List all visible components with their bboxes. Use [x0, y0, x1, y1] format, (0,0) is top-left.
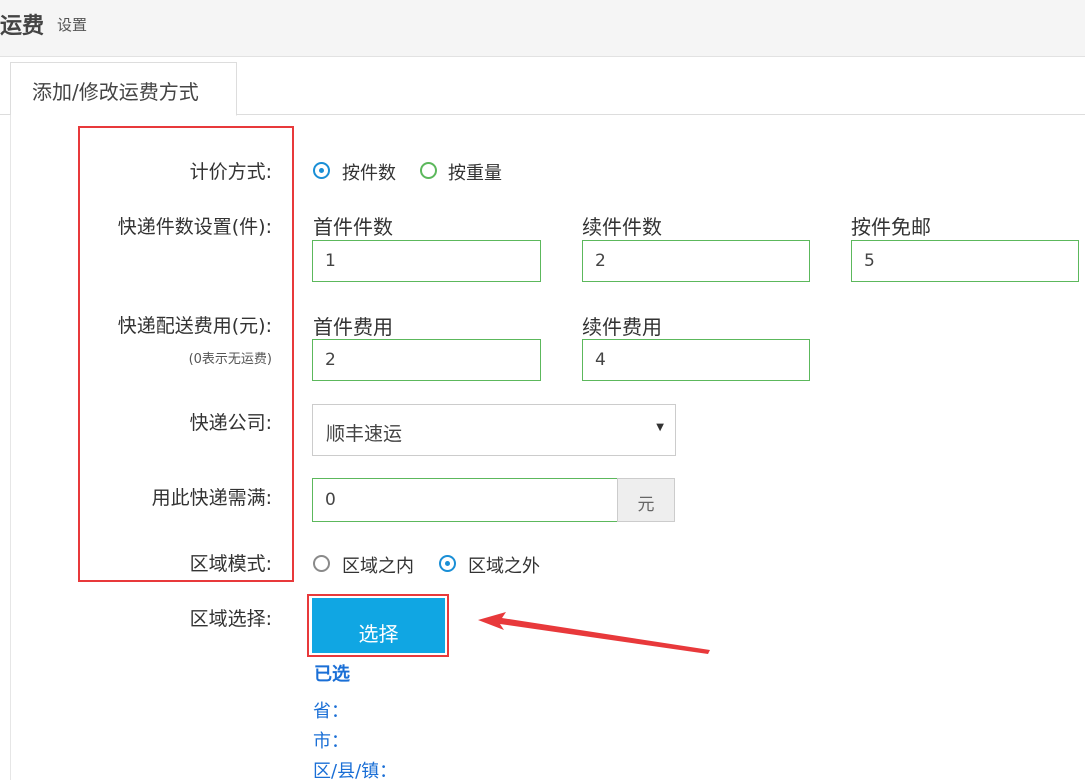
- region-outside-label[interactable]: 区域之外: [468, 552, 540, 578]
- pricing-by-weight-label[interactable]: 按重量: [448, 159, 502, 185]
- radio-dot: [445, 561, 450, 566]
- selected-province: 省：: [313, 701, 349, 722]
- first-fee-title: 首件费用: [313, 315, 393, 339]
- free-shipping-count-input[interactable]: [851, 240, 1079, 282]
- minimum-label: 用此快递需满:: [151, 487, 272, 509]
- extra-count-title: 续件件数: [582, 215, 662, 239]
- selected-regions-title: 已选: [314, 664, 350, 685]
- pricing-by-count-label[interactable]: 按件数: [342, 159, 396, 185]
- minimum-amount-input[interactable]: [312, 478, 618, 522]
- extra-fee-input[interactable]: [582, 339, 810, 381]
- region-inside-radio[interactable]: [313, 555, 330, 572]
- page-title: 运费: [0, 14, 45, 39]
- content-border: [10, 115, 11, 780]
- pricing-method-label: 计价方式:: [189, 161, 272, 183]
- count-settings-label: 快递件数设置(件):: [117, 216, 272, 238]
- first-count-title: 首件件数: [313, 215, 393, 239]
- selected-district: 区/县/镇：: [313, 761, 398, 780]
- fee-settings-hint: (0表示无运费): [188, 352, 272, 367]
- caret-down-icon: ▼: [656, 422, 664, 433]
- free-shipping-count-title: 按件免邮: [851, 215, 931, 239]
- pricing-by-count-radio[interactable]: [313, 162, 330, 179]
- annotation-arrow-icon: [478, 612, 710, 654]
- region-mode-label: 区域模式:: [189, 553, 272, 575]
- tab-add-edit-shipping[interactable]: 添加/修改运费方式: [10, 62, 237, 116]
- radio-dot: [319, 168, 324, 173]
- currency-unit-addon: 元: [617, 478, 675, 522]
- extra-count-input[interactable]: [582, 240, 810, 282]
- region-inside-label[interactable]: 区域之内: [342, 552, 414, 578]
- courier-select[interactable]: 顺丰速运 ▼: [312, 404, 676, 456]
- region-outside-radio[interactable]: [439, 555, 456, 572]
- first-count-input[interactable]: [312, 240, 541, 282]
- region-select-label: 区域选择:: [189, 608, 272, 630]
- first-fee-input[interactable]: [312, 339, 541, 381]
- page-header: 运费 设置: [0, 0, 1085, 57]
- selected-city: 市：: [313, 731, 349, 752]
- courier-label: 快递公司:: [189, 412, 272, 434]
- pricing-by-weight-radio[interactable]: [420, 162, 437, 179]
- extra-fee-title: 续件费用: [582, 315, 662, 339]
- fee-settings-label: 快递配送费用(元):: [117, 315, 272, 337]
- page-subtitle: 设置: [57, 16, 88, 34]
- tab-bar: 添加/修改运费方式: [0, 57, 1085, 116]
- choose-region-button[interactable]: 选择: [312, 598, 445, 653]
- courier-select-value: 顺丰速运: [326, 423, 403, 445]
